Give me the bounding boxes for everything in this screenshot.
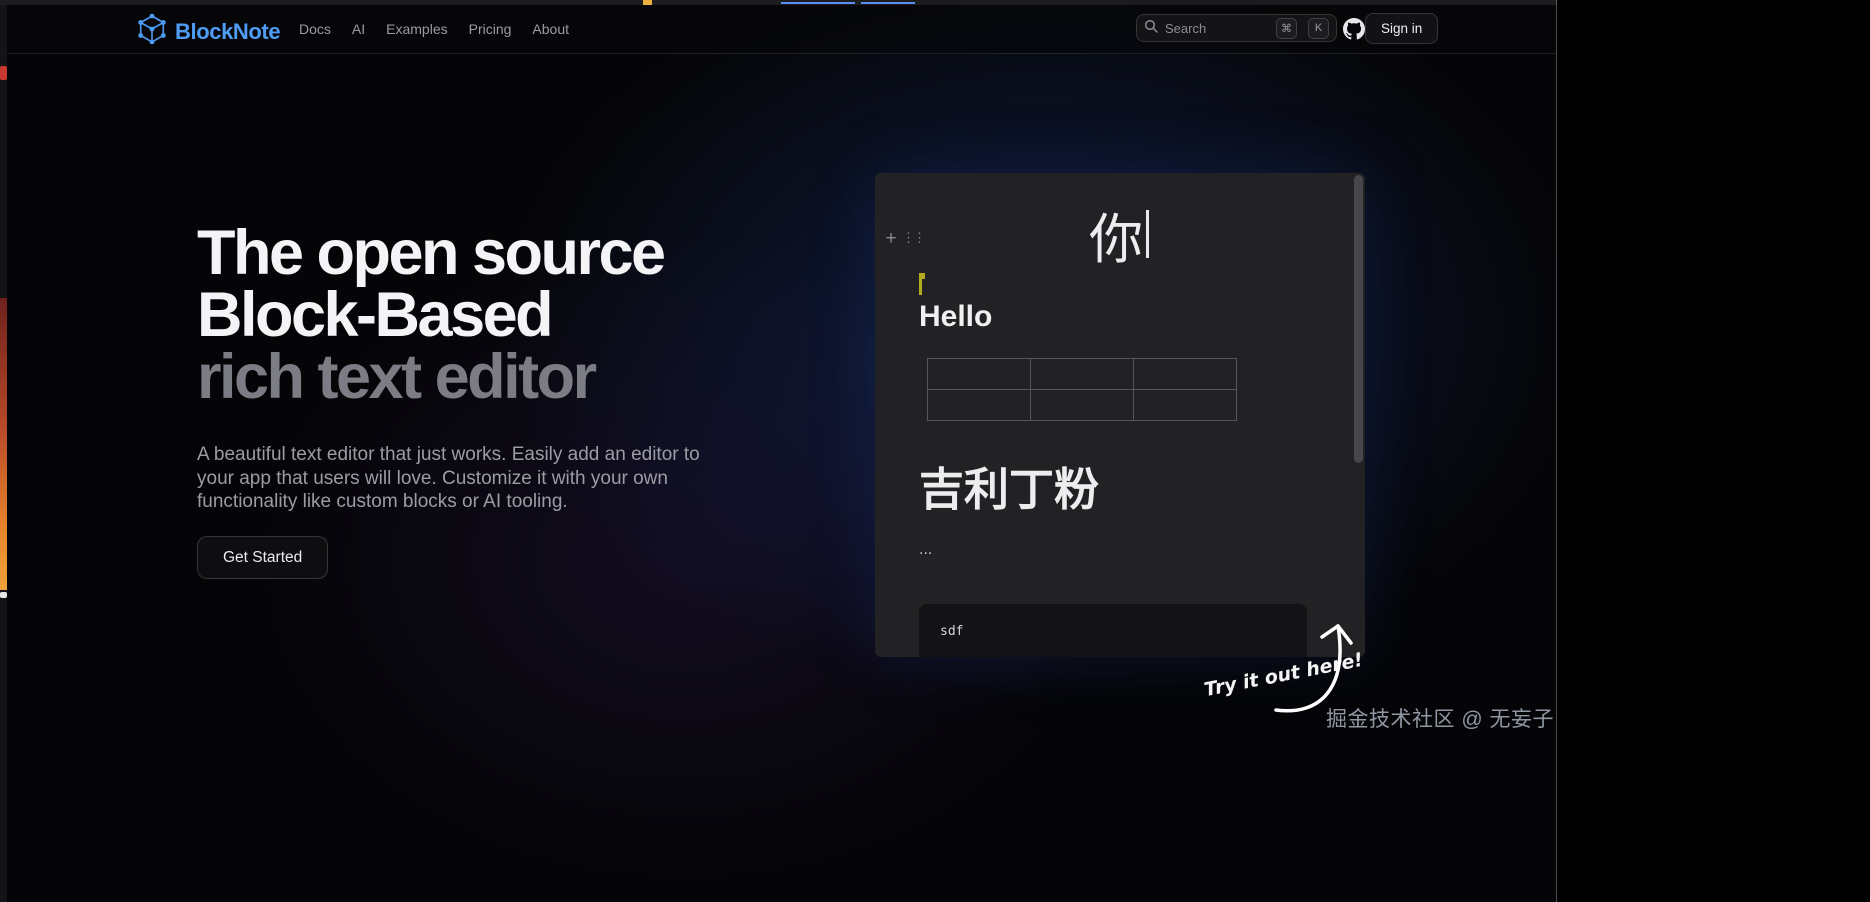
- k-key-badge: K: [1308, 17, 1329, 39]
- table-cell[interactable]: [1133, 389, 1237, 421]
- table-cell[interactable]: [927, 389, 1031, 421]
- table-row: [927, 358, 1237, 390]
- sign-in-label: Sign in: [1381, 21, 1423, 36]
- top-strip-link-fragment: [781, 2, 855, 4]
- table-cell[interactable]: [1030, 389, 1134, 421]
- left-edge-strip: [0, 5, 7, 902]
- table-row: [927, 389, 1237, 421]
- add-block-icon[interactable]: +: [881, 229, 901, 249]
- nav-link-about[interactable]: About: [532, 21, 569, 37]
- window-edge-line: [1556, 0, 1557, 902]
- left-strip-white-marker: [0, 592, 7, 598]
- search-placeholder: Search: [1165, 20, 1207, 36]
- left-strip-gradient: [0, 298, 7, 590]
- hero-title: The open source Block-Based rich text ed…: [197, 218, 666, 412]
- search-icon: [1144, 19, 1158, 38]
- watermark: 掘金技术社区 @ 无妄子: [1326, 708, 1554, 731]
- hero-title-line-1: The open source: [197, 218, 666, 288]
- sign-in-button[interactable]: Sign in: [1365, 13, 1439, 44]
- get-started-button[interactable]: Get Started: [197, 536, 329, 579]
- github-icon[interactable]: [1343, 18, 1365, 40]
- site-header: BlockNote Docs AI Examples Pricing About…: [7, 5, 1556, 54]
- hero-description: A beautiful text editor that just works.…: [197, 444, 700, 512]
- table-cell[interactable]: [1030, 358, 1134, 390]
- typed-char: 你: [1089, 209, 1143, 270]
- drag-handle-icon[interactable]: ⋮⋮: [902, 228, 926, 248]
- command-key-badge: ⌘: [1276, 17, 1297, 39]
- left-strip-red-marker: [0, 66, 7, 80]
- screen: BlockNote Docs AI Examples Pricing About…: [0, 0, 1870, 902]
- blocknote-logo[interactable]: BlockNote: [137, 13, 281, 49]
- search-input[interactable]: Search ⌘ K: [1136, 14, 1337, 42]
- nav-link-examples[interactable]: Examples: [386, 21, 447, 37]
- nav-link-docs[interactable]: Docs: [299, 21, 331, 37]
- editor-subheading[interactable]: 吉利丁粉: [919, 453, 1099, 518]
- table-cell[interactable]: [1133, 358, 1237, 390]
- editor-demo-panel[interactable]: + ⋮⋮ 你 Hello 吉利丁粉 ... sdf: [875, 173, 1365, 657]
- text-caret: [1146, 210, 1149, 258]
- table-cell[interactable]: [927, 358, 1031, 390]
- browser-page: BlockNote Docs AI Examples Pricing About…: [0, 0, 1557, 902]
- collab-cursor: [919, 273, 925, 295]
- panel-scrollbar[interactable]: [1354, 175, 1363, 463]
- nav-link-pricing[interactable]: Pricing: [469, 21, 512, 37]
- hero-title-line-3: rich text editor: [197, 342, 597, 412]
- code-text: sdf: [940, 624, 964, 639]
- editor-code-block[interactable]: sdf: [919, 604, 1307, 657]
- get-started-label: Get Started: [223, 548, 303, 566]
- hero-title-line-2: Block-Based: [197, 280, 554, 350]
- editor-table[interactable]: [927, 358, 1237, 421]
- blocknote-logo-text: BlockNote: [175, 18, 281, 44]
- editor-ellipsis[interactable]: ...: [919, 541, 932, 559]
- editor-heading[interactable]: Hello: [919, 300, 992, 334]
- main-nav: Docs AI Examples Pricing About: [299, 5, 569, 53]
- nav-link-ai[interactable]: AI: [352, 21, 365, 37]
- top-strip-link-fragment: [861, 2, 915, 4]
- blocknote-logo-icon: [137, 13, 167, 49]
- editor-typed-text[interactable]: 你: [1089, 203, 1149, 270]
